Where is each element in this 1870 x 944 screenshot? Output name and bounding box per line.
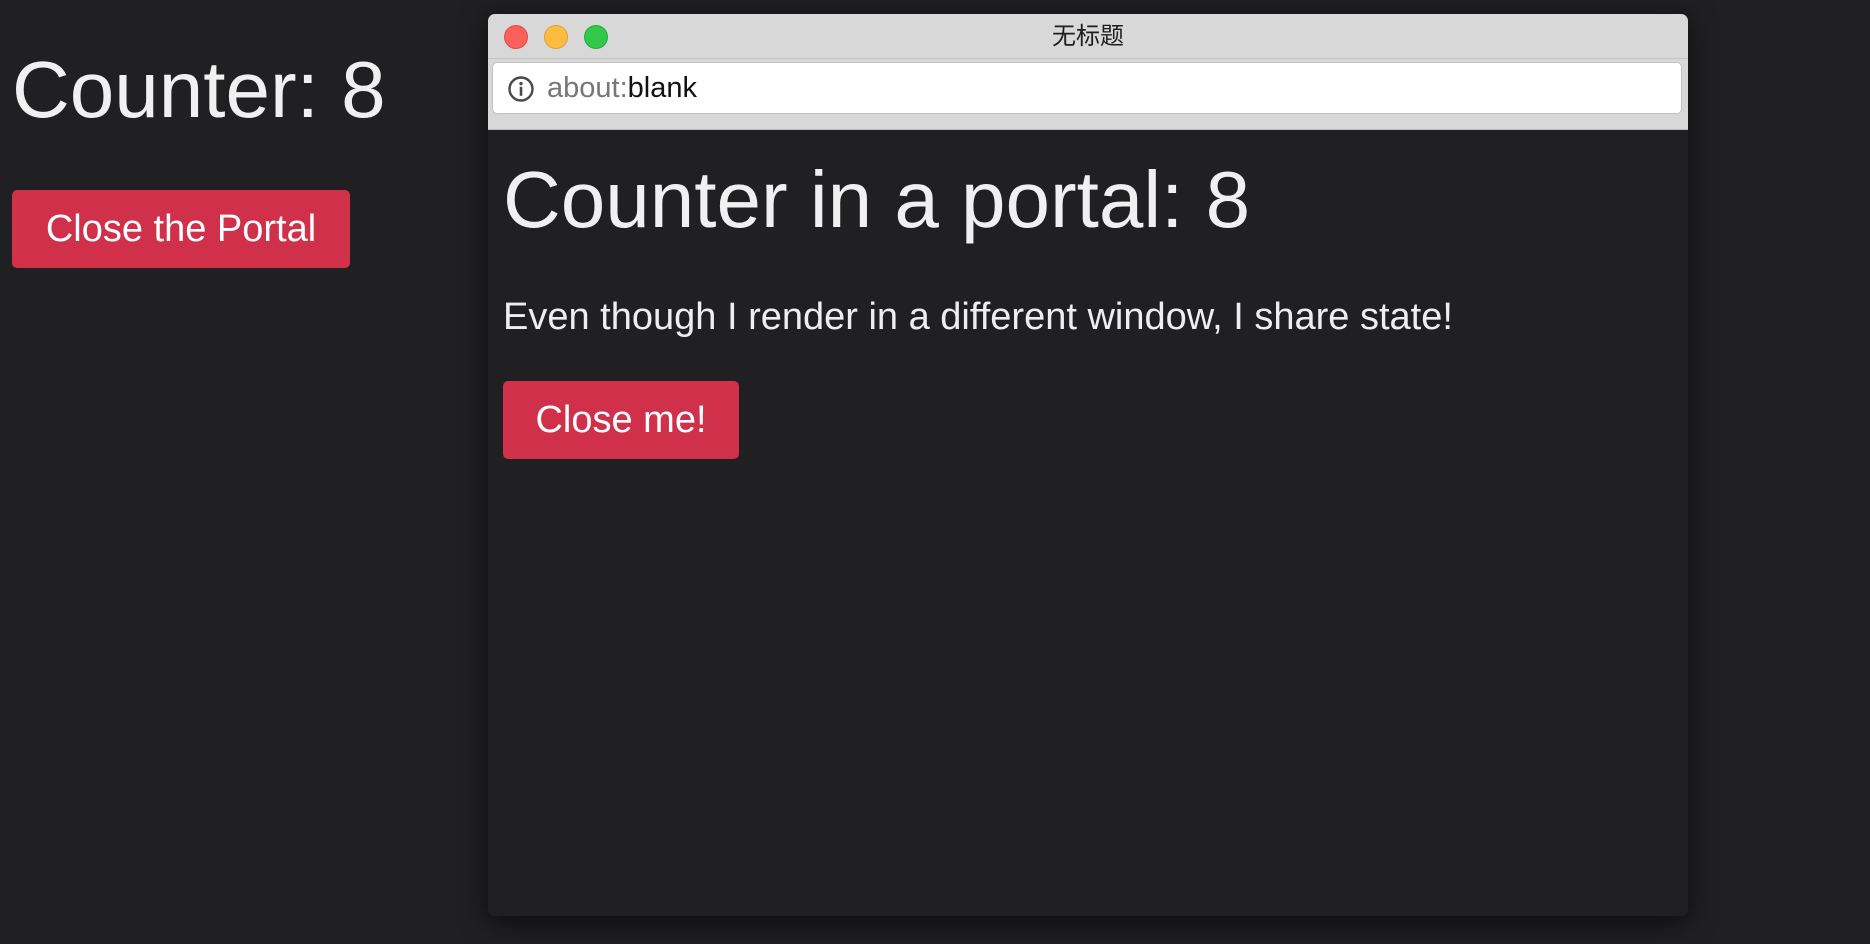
info-icon[interactable] — [507, 75, 535, 103]
portal-content: Counter in a portal: 8 Even though I ren… — [488, 130, 1688, 916]
address-bar-area: about:blank — [488, 59, 1688, 130]
window-title: 无标题 — [1052, 22, 1124, 50]
portal-counter-heading: Counter in a portal: 8 — [503, 155, 1251, 244]
url-field[interactable]: about:blank — [492, 62, 1682, 114]
portal-description: Even though I render in a different wind… — [503, 296, 1453, 338]
main-counter-heading: Counter: 8 — [12, 45, 386, 134]
url-path: blank — [627, 72, 697, 104]
portal-popup-window: 无标题 about:blank Counter in a portal: 8 E… — [488, 14, 1688, 916]
close-me-button[interactable]: Close me! — [503, 381, 739, 459]
url-scheme: about: — [547, 72, 628, 104]
window-titlebar[interactable]: 无标题 — [488, 14, 1688, 59]
url-text[interactable]: about:blank — [547, 63, 697, 113]
close-portal-button[interactable]: Close the Portal — [12, 190, 350, 268]
